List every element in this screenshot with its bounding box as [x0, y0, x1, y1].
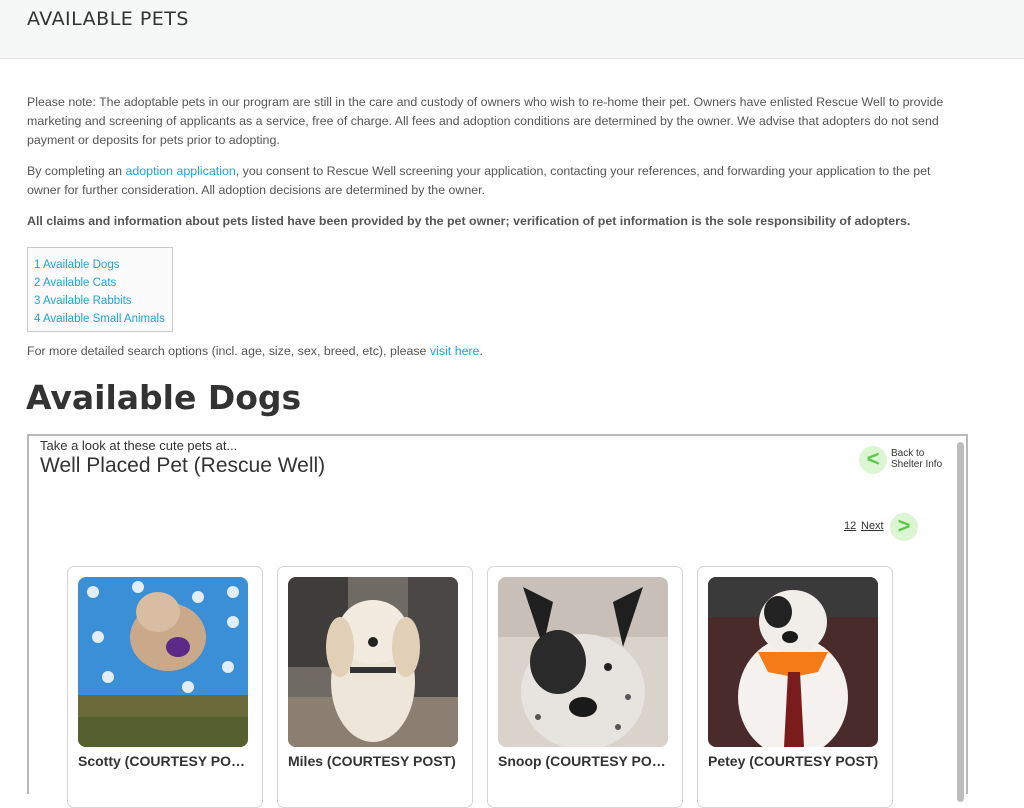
pet-card[interactable]: Scotty (COURTESY POST) [67, 566, 263, 808]
consent-paragraph: By completing an adoption application, y… [27, 162, 967, 200]
pet-card[interactable]: Petey (COURTESY POST) [697, 566, 893, 808]
shelter-name: Well Placed Pet (Rescue Well) [40, 454, 326, 477]
notice-text: Please note: The adoptable pets in our p… [27, 93, 967, 243]
back-label-line1: Back to [891, 448, 925, 459]
page-numbers[interactable]: 12 [844, 520, 856, 532]
pet-name[interactable]: Petey (COURTESY POST) [708, 753, 882, 769]
pet-photo [288, 577, 458, 747]
search-options-note: For more detailed search options (incl. … [27, 344, 483, 358]
pet-name[interactable]: Snoop (COURTESY POST) [498, 753, 672, 769]
back-to-shelter-label: Back to Shelter Info [891, 448, 961, 470]
toc-link-cats[interactable]: 2 Available Cats [34, 274, 172, 292]
pet-card[interactable]: Snoop (COURTESY POST) [487, 566, 683, 808]
visit-here-link[interactable]: visit here [430, 344, 480, 358]
pet-photo [498, 577, 668, 747]
search-note-end: . [479, 344, 483, 358]
page-header: AVAILABLE PETS [0, 0, 1024, 59]
toc-link-dogs[interactable]: 1 Available Dogs [34, 256, 172, 274]
chevron-right-icon[interactable]: > [890, 513, 918, 541]
notice-paragraph: Please note: The adoptable pets in our p… [27, 95, 944, 147]
pet-card[interactable]: Miles (COURTESY POST) [277, 566, 473, 808]
section-title-dogs: Available Dogs [26, 378, 302, 417]
widget-intro: Take a look at these cute pets at... [40, 438, 238, 453]
toc-link-rabbits[interactable]: 3 Available Rabbits [34, 292, 172, 310]
scrollbar[interactable] [957, 442, 964, 802]
pet-photo [78, 577, 248, 747]
pet-photo [708, 577, 878, 747]
claims-disclaimer: All claims and information about pets li… [27, 214, 911, 228]
page-title: AVAILABLE PETS [27, 8, 189, 30]
adoption-application-link[interactable]: adoption application [126, 164, 236, 178]
toc-link-small-animals[interactable]: 4 Available Small Animals [34, 310, 172, 328]
search-note-text: For more detailed search options (incl. … [27, 344, 430, 358]
next-page-link[interactable]: Next [861, 520, 884, 532]
chevron-left-icon: < [859, 446, 887, 474]
pet-name[interactable]: Miles (COURTESY POST) [288, 753, 462, 769]
pet-listing-widget: Take a look at these cute pets at... Wel… [27, 434, 968, 808]
pet-name[interactable]: Scotty (COURTESY POST) [78, 753, 252, 769]
table-of-contents: 1 Available Dogs 2 Available Cats 3 Avai… [27, 247, 173, 332]
pagination: 12 Next > [844, 513, 924, 543]
back-to-shelter-button[interactable]: < Back to Shelter Info [859, 446, 959, 476]
consent-text-before: By completing an [27, 164, 126, 178]
back-label-line2: Shelter Info [891, 459, 943, 470]
